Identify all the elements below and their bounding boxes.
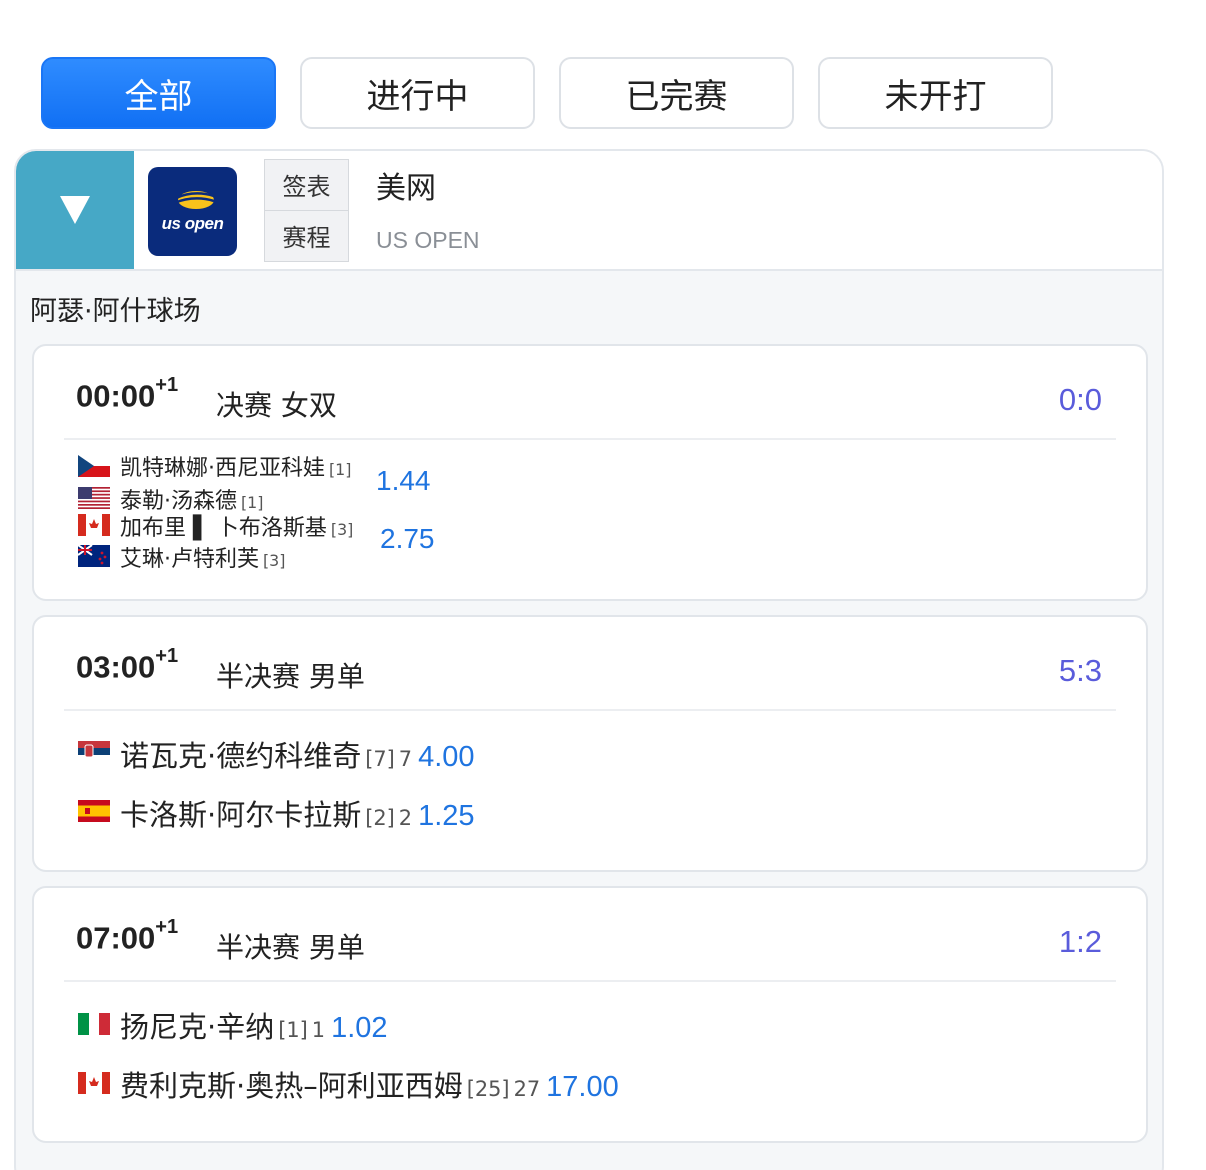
match-card[interactable]: 07:00+1 半决赛 男单 1:2 扬尼克·辛纳 [1] 1 1.02 费利克斯·奥… xyxy=(32,886,1148,1143)
us-open-ball-icon xyxy=(173,190,214,209)
match-card[interactable]: 00:00+1 决赛 女双 0:0 凯特琳娜·西尼亚科娃 [1] 泰勒·汤森德 [1… xyxy=(32,344,1148,601)
filter-tabs: 全部 进行中 已完赛 未开打 xyxy=(41,57,1053,129)
tournament-panel: us open 签表 赛程 美网 US OPEN 阿瑟·阿什球场 00:00+1… xyxy=(14,149,1164,1170)
usa-flag-icon xyxy=(78,487,110,509)
player-name: 艾琳·卢特利芙 [3] xyxy=(120,547,286,572)
tournament-name: 美网 xyxy=(376,171,436,206)
player-name: 凯特琳娜·西尼亚科娃 [1] xyxy=(120,456,352,481)
us-open-logo: us open xyxy=(148,167,237,256)
odds-value[interactable]: 1.44 xyxy=(376,465,431,497)
tournament-links: 签表 赛程 xyxy=(264,159,349,262)
triangle-down-icon xyxy=(60,196,90,224)
tab-upcoming[interactable]: 未开打 xyxy=(818,57,1053,129)
venue-title: 阿瑟·阿什球场 xyxy=(30,296,201,327)
match-card[interactable]: 03:00+1 半决赛 男单 5:3 诺瓦克·德约科维奇 [7] 7 4.00 卡洛斯… xyxy=(32,615,1148,872)
tournament-header: us open 签表 赛程 美网 US OPEN xyxy=(16,151,1162,271)
odds-value[interactable]: 1.02 xyxy=(331,1012,387,1044)
tab-all[interactable]: 全部 xyxy=(41,57,276,129)
divider xyxy=(64,438,1116,440)
italy-flag-icon xyxy=(78,1013,110,1035)
odds-value[interactable]: 1.25 xyxy=(418,800,474,832)
player-row: 诺瓦克·德约科维奇 [7] 7 4.00 xyxy=(120,739,475,773)
player-row: 扬尼克·辛纳 [1] 1 1.02 xyxy=(120,1010,388,1044)
odds-value[interactable]: 2.75 xyxy=(380,523,435,555)
match-time: 03:00+1 xyxy=(76,645,179,685)
divider xyxy=(64,980,1116,982)
match-score: 5:3 xyxy=(1058,653,1102,688)
match-time: 00:00+1 xyxy=(76,374,179,414)
tab-finished[interactable]: 已完赛 xyxy=(559,57,794,129)
match-round: 半决赛 男单 xyxy=(216,660,365,693)
new-zealand-flag-icon xyxy=(78,545,110,567)
odds-value[interactable]: 17.00 xyxy=(546,1071,619,1103)
player-row: 费利克斯·奥热–阿利亚西姆 [25] 27 17.00 xyxy=(120,1069,619,1103)
canada-flag-icon xyxy=(78,1072,110,1094)
collapse-toggle-button[interactable] xyxy=(16,151,134,269)
match-round: 半决赛 男单 xyxy=(216,931,365,964)
match-time: 07:00+1 xyxy=(76,916,179,956)
czech-flag-icon xyxy=(78,455,110,477)
logo-text: us open xyxy=(161,213,224,233)
match-score: 0:0 xyxy=(1058,382,1102,417)
match-round: 决赛 女双 xyxy=(216,389,337,422)
match-score: 1:2 xyxy=(1058,924,1102,959)
divider xyxy=(64,709,1116,711)
player-row: 卡洛斯·阿尔卡拉斯 [2] 2 1.25 xyxy=(120,798,475,832)
canada-flag-icon xyxy=(78,514,110,536)
tournament-name-en: US OPEN xyxy=(376,227,480,253)
serbia-flag-icon xyxy=(78,741,110,763)
draw-link[interactable]: 签表 xyxy=(265,160,348,211)
odds-value[interactable]: 4.00 xyxy=(418,741,474,773)
schedule-link[interactable]: 赛程 xyxy=(265,211,348,262)
player-name: 加布里 ▌ 卜布洛斯基 [3] xyxy=(120,516,354,541)
spain-flag-icon xyxy=(78,800,110,822)
tab-live[interactable]: 进行中 xyxy=(300,57,535,129)
